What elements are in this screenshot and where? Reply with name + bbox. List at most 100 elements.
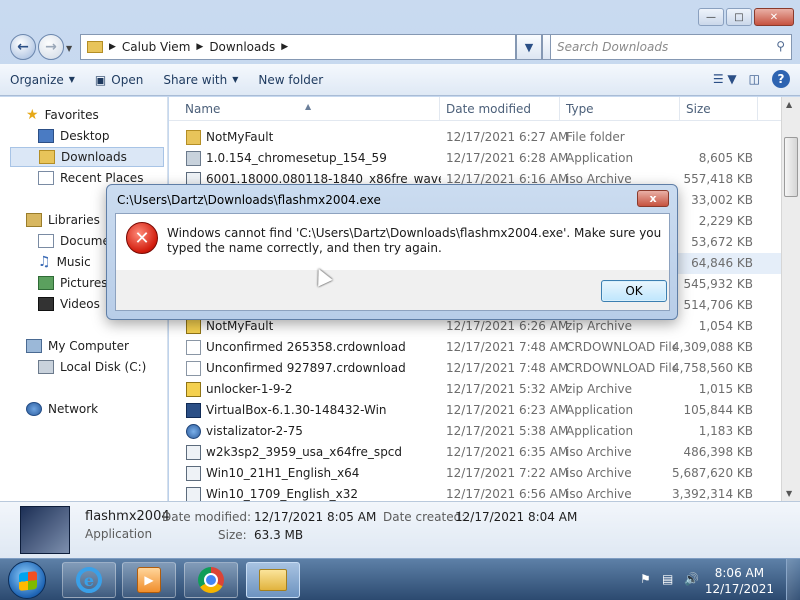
preview-pane-icon[interactable]: ◫ xyxy=(749,72,760,86)
organize-button[interactable]: Organize ▼ xyxy=(0,73,85,87)
scroll-down-icon[interactable]: ▼ xyxy=(786,489,792,498)
file-row[interactable]: vistalizator-2-75 12/17/2021 5:38 AM Appli… xyxy=(169,421,781,442)
file-type: iso Archive xyxy=(566,466,632,480)
file-name: Unconfirmed 927897.crdownload xyxy=(206,361,406,375)
start-button[interactable] xyxy=(8,561,46,599)
file-name: Win10_21H1_English_x64 xyxy=(206,466,360,480)
navigation-bar: ← → ▼ ▶ Calub Viem ▶ Downloads ▶ ▼ ↻ Sea… xyxy=(0,30,800,62)
file-size: 3,392,314 KB xyxy=(672,487,753,501)
taskbar-media-player[interactable]: ▶ xyxy=(122,562,176,598)
action-center-icon[interactable]: ⚑ xyxy=(640,572,654,586)
file-row[interactable]: VirtualBox-6.1.30-148432-Win 12/17/2021 6… xyxy=(169,400,781,421)
blank-icon xyxy=(186,361,201,376)
file-name: w2k3sp2_3959_usa_x64fre_spcd xyxy=(206,445,403,459)
nav-libraries[interactable]: Libraries xyxy=(26,210,100,230)
column-type[interactable]: Type xyxy=(566,102,594,116)
network-status-icon[interactable]: ▤ xyxy=(662,572,676,586)
search-input[interactable]: Search Downloads ⚲ xyxy=(550,34,792,60)
maximize-button[interactable]: □ xyxy=(726,8,752,26)
file-date-modified: 12/17/2021 6:23 AM xyxy=(446,403,569,417)
file-name: Win10_1709_English_x32 xyxy=(206,487,359,501)
column-date-modified[interactable]: Date modified xyxy=(446,102,531,116)
nav-favorites[interactable]: ★ Favorites xyxy=(26,105,99,125)
file-row[interactable]: NotMyFault 12/17/2021 6:27 AM File folder xyxy=(169,127,781,148)
breadcrumb-separator-icon[interactable]: ▶ xyxy=(196,42,203,52)
taskbar-explorer[interactable] xyxy=(246,562,300,598)
column-name[interactable]: Name xyxy=(185,102,220,116)
nav-desktop[interactable]: Desktop xyxy=(38,126,110,146)
nav-local-disk-label: Local Disk (C:) xyxy=(60,360,147,374)
taskbar-internet-explorer[interactable]: e xyxy=(62,562,116,598)
help-icon[interactable]: ? xyxy=(772,70,790,88)
dialog-close-button[interactable]: x xyxy=(637,190,669,207)
file-date-modified: 12/17/2021 6:35 AM xyxy=(446,445,569,459)
file-row[interactable]: Unconfirmed 927897.crdownload 12/17/2021 … xyxy=(169,358,781,379)
file-type: File folder xyxy=(566,130,625,144)
organize-label: Organize xyxy=(10,72,64,87)
file-row[interactable]: Unconfirmed 265358.crdownload 12/17/2021 … xyxy=(169,337,781,358)
nav-videos[interactable]: Videos xyxy=(38,294,100,314)
file-name: NotMyFault xyxy=(206,130,274,144)
nav-videos-label: Videos xyxy=(60,297,100,311)
file-row[interactable]: w2k3sp2_3959_usa_x64fre_spcd 12/17/2021 6… xyxy=(169,442,781,463)
chrome-icon xyxy=(198,567,224,593)
file-size: 53,672 KB xyxy=(691,235,753,249)
share-with-button[interactable]: Share with ▼ xyxy=(153,73,248,87)
error-dialog: C:\Users\Dartz\Downloads\flashmx2004.exe… xyxy=(106,184,678,320)
address-dropdown-button[interactable]: ▼ xyxy=(516,34,542,60)
clock[interactable]: 8:06 AM 12/17/2021 xyxy=(705,565,774,597)
internet-explorer-icon: e xyxy=(76,567,102,593)
breadcrumb-user[interactable]: Calub Viem xyxy=(122,40,190,54)
show-desktop-button[interactable] xyxy=(786,559,800,600)
minimize-button[interactable]: — xyxy=(698,8,724,26)
back-button[interactable]: ← xyxy=(10,34,36,60)
disk-icon xyxy=(38,360,54,374)
globe-icon xyxy=(186,424,201,439)
nav-network[interactable]: Network xyxy=(26,399,98,419)
close-button[interactable]: ✕ xyxy=(754,8,794,26)
search-icon[interactable]: ⚲ xyxy=(776,39,785,53)
file-date-modified: 12/17/2021 5:38 AM xyxy=(446,424,569,438)
recent-places-icon xyxy=(38,171,54,185)
clock-date: 12/17/2021 xyxy=(704,582,774,596)
nav-network-label: Network xyxy=(48,402,99,416)
file-row[interactable]: 1.0.154_chromesetup_154_59 12/17/2021 6:2… xyxy=(169,148,781,169)
details-kind: Application xyxy=(85,527,153,541)
column-size[interactable]: Size xyxy=(686,102,711,116)
file-row[interactable]: Win10_21H1_English_x64 12/17/2021 7:22 AM… xyxy=(169,463,781,484)
new-folder-button[interactable]: New folder xyxy=(248,73,333,87)
nav-local-disk[interactable]: Local Disk (C:) xyxy=(38,357,146,377)
nav-music[interactable]: ♫ Music xyxy=(38,252,91,272)
nav-my-computer-label: My Computer xyxy=(48,339,129,353)
recent-pages-dropdown[interactable]: ▼ xyxy=(66,44,72,53)
breadcrumb-separator-icon[interactable]: ▶ xyxy=(109,42,116,52)
change-view-icon[interactable]: ☰ ▼ xyxy=(713,72,737,86)
computer-icon xyxy=(26,339,42,353)
details-size: 63.3 MB xyxy=(254,528,304,542)
file-date-modified: 12/17/2021 5:32 AM xyxy=(446,382,569,396)
taskbar-chrome[interactable] xyxy=(184,562,238,598)
nav-pictures[interactable]: Pictures xyxy=(38,273,108,293)
scroll-up-icon[interactable]: ▲ xyxy=(786,100,792,109)
file-row[interactable]: unlocker-1-9-2 12/17/2021 5:32 AM zip Arch… xyxy=(169,379,781,400)
nav-downloads[interactable]: Downloads xyxy=(10,147,164,167)
downloads-folder-icon xyxy=(39,150,55,164)
address-bar[interactable]: ▶ Calub Viem ▶ Downloads ▶ xyxy=(80,34,516,60)
network-icon xyxy=(26,402,42,416)
file-row[interactable]: Win10_1709_English_x32 12/17/2021 6:56 AM… xyxy=(169,484,781,501)
nav-my-computer[interactable]: My Computer xyxy=(26,336,129,356)
file-size: 1,183 KB xyxy=(698,424,753,438)
forward-button[interactable]: → xyxy=(38,34,64,60)
documents-icon xyxy=(38,234,54,248)
breadcrumb-separator-icon[interactable]: ▶ xyxy=(281,42,288,52)
volume-icon[interactable]: 🔊 xyxy=(684,572,699,586)
ok-button[interactable]: OK xyxy=(601,280,667,302)
vertical-scrollbar[interactable]: ▲ ▼ xyxy=(781,97,800,501)
open-button[interactable]: ▣ Open xyxy=(85,73,153,87)
breadcrumb-downloads[interactable]: Downloads xyxy=(209,40,275,54)
windows-explorer-icon xyxy=(259,569,287,591)
details-date-modified: 12/17/2021 8:05 AM xyxy=(254,510,377,524)
iso-icon xyxy=(186,466,201,481)
file-size: 545,932 KB xyxy=(683,277,753,291)
scroll-thumb[interactable] xyxy=(784,137,798,197)
